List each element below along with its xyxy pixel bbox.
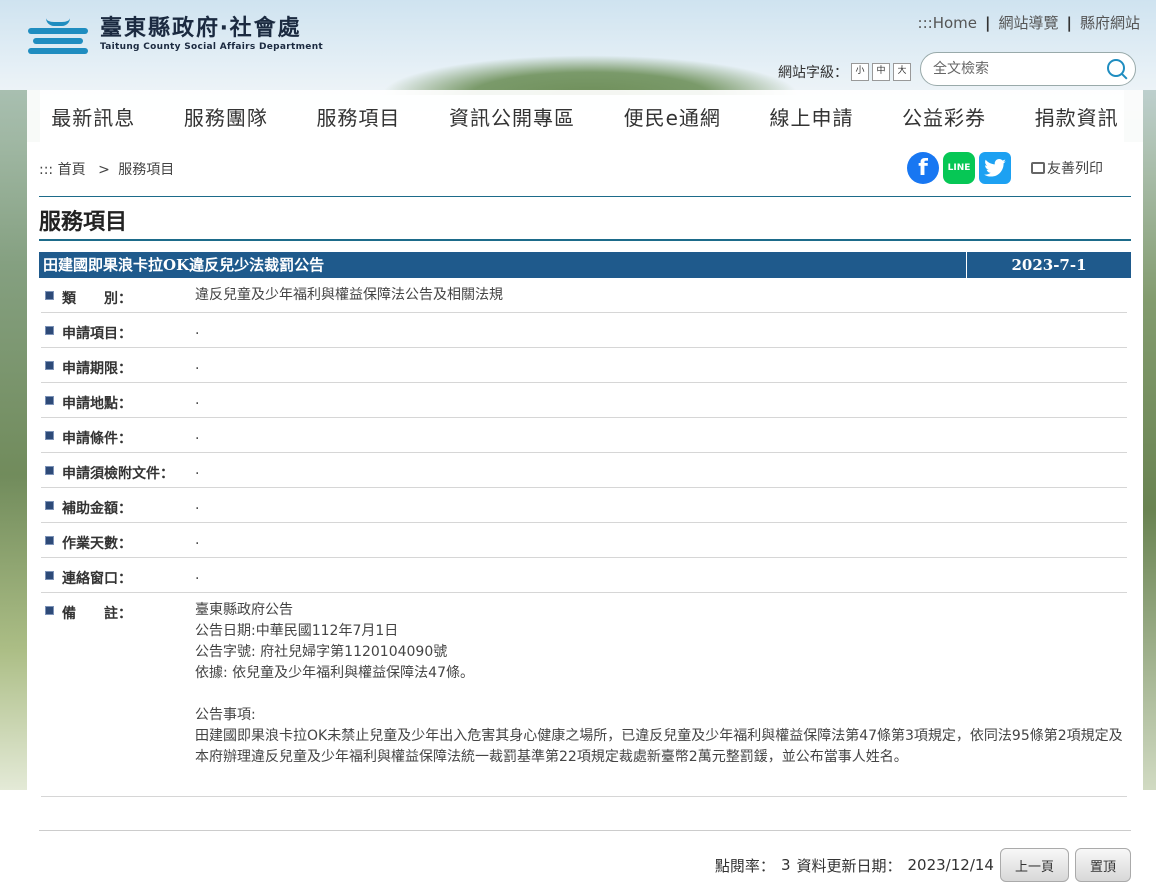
page-title: 服務項目 — [39, 210, 128, 235]
site-subtitle: Taitung County Social Affairs Department — [100, 42, 324, 52]
site-logo[interactable]: 臺東縣政府‧社會處 Taitung County Social Affairs … — [28, 12, 323, 56]
main-content: ::: 首頁 > 服務項目 f LINE 友善列印 服務項目 田建國即果浪卡拉O… — [27, 142, 1143, 892]
nav-item-e-service[interactable]: 便民e通網 — [624, 102, 721, 131]
search-box — [920, 52, 1136, 86]
print-button[interactable]: 友善列印 — [1031, 158, 1103, 178]
breadcrumb-separator: > — [98, 162, 110, 178]
row-value: . — [195, 427, 200, 443]
row-value: . — [195, 497, 200, 513]
nav-item-services[interactable]: 服務項目 — [316, 102, 400, 131]
bullet-icon — [45, 571, 54, 580]
bullet-icon — [45, 466, 54, 475]
facebook-icon[interactable]: f — [907, 152, 939, 184]
nav-item-online-apply[interactable]: 線上申請 — [769, 102, 853, 131]
detail-row-documents: 申請須檢附文件： . — [41, 453, 1127, 488]
row-label: 申請項目： — [62, 326, 132, 342]
search-icon[interactable] — [1107, 59, 1125, 77]
back-to-top-button[interactable]: 置頂 — [1074, 848, 1131, 882]
font-size-medium-button[interactable]: 中 — [872, 63, 890, 81]
title-underline — [39, 239, 1131, 241]
detail-row-category: 類 別： 違反兒童及少年福利與權益保障法公告及相關法規 — [41, 278, 1127, 313]
font-size-large-button[interactable]: 大 — [893, 63, 911, 81]
row-label: 類 別： — [62, 291, 132, 307]
bullet-icon — [45, 501, 54, 510]
top-links: :::Home | 網站導覽 | 縣府網站 — [917, 14, 1140, 32]
bullet-icon — [45, 431, 54, 440]
site-title: 臺東縣政府‧社會處 — [100, 16, 302, 41]
twitter-icon[interactable] — [979, 152, 1011, 184]
detail-row-contact: 連絡窗口： . — [41, 558, 1127, 593]
bullet-icon — [45, 361, 54, 370]
row-label: 申請須檢附文件： — [62, 466, 174, 482]
nav-item-donation[interactable]: 捐款資訊 — [1035, 102, 1119, 131]
bullet-icon — [45, 326, 54, 335]
county-site-link[interactable]: 縣府網站 — [1080, 14, 1140, 32]
printer-icon — [1031, 162, 1045, 174]
row-label: 申請條件： — [62, 431, 132, 447]
row-value: . — [195, 322, 200, 338]
home-link[interactable]: :::Home — [918, 14, 977, 32]
bullet-icon — [45, 291, 54, 300]
row-value: . — [195, 567, 200, 583]
detail-row-location: 申請地點： . — [41, 383, 1127, 418]
updated-label: 資料更新日期： — [796, 856, 902, 875]
row-label: 申請期限： — [62, 361, 132, 377]
social-share: f LINE — [907, 152, 1011, 184]
row-label: 備 註： — [62, 606, 132, 622]
print-label: 友善列印 — [1047, 161, 1103, 177]
detail-row-amount: 補助金額： . — [41, 488, 1127, 523]
bullet-icon — [45, 536, 54, 545]
row-value: 臺東縣政府公告 公告日期:中華民國112年7月1日 公告字號: 府社兒婦字第11… — [195, 602, 1123, 765]
row-label: 申請地點： — [62, 396, 132, 412]
nav-item-info-disclosure[interactable]: 資訊公開專區 — [449, 102, 575, 131]
detail-row-conditions: 申請條件： . — [41, 418, 1127, 453]
main-nav: 最新訊息 服務團隊 服務項目 資訊公開專區 便民e通網 線上申請 公益彩券 捐款… — [27, 90, 1143, 142]
row-label: 補助金額： — [62, 501, 132, 517]
font-size-label: 網站字級： — [778, 65, 848, 81]
row-value: . — [195, 357, 200, 373]
logo-icon — [28, 12, 88, 56]
prev-page-button[interactable]: 上一頁 — [999, 848, 1069, 882]
divider — [39, 830, 1131, 831]
row-value: 違反兒童及少年福利與權益保障法公告及相關法規 — [195, 287, 503, 303]
views-count: 3 — [780, 856, 791, 874]
row-label: 連絡窗口： — [62, 571, 132, 587]
views-label: 點閱率： — [714, 856, 775, 875]
detail-row-remarks: 備 註： 臺東縣政府公告 公告日期:中華民國112年7月1日 公告字號: 府社兒… — [41, 593, 1127, 797]
detail-row-deadline: 申請期限： . — [41, 348, 1127, 383]
sitemap-link[interactable]: 網站導覽 — [998, 14, 1058, 32]
detail-table: 類 別： 違反兒童及少年福利與權益保障法公告及相關法規 申請項目： . 申請期限… — [41, 278, 1127, 797]
row-label: 作業天數： — [62, 536, 132, 552]
row-value: . — [195, 462, 200, 478]
bullet-icon — [45, 606, 54, 615]
row-value: . — [195, 532, 200, 548]
search-input[interactable] — [931, 60, 1095, 78]
divider — [39, 196, 1131, 197]
breadcrumb-home[interactable]: ::: 首頁 — [39, 162, 86, 178]
breadcrumb: ::: 首頁 > 服務項目 — [39, 159, 174, 179]
font-size-control: 網站字級： 小 中 大 — [778, 62, 911, 82]
line-icon[interactable]: LINE — [943, 152, 975, 184]
nav-item-team[interactable]: 服務團隊 — [184, 102, 268, 131]
row-value: . — [195, 392, 200, 408]
nav-item-news[interactable]: 最新訊息 — [51, 102, 135, 131]
detail-row-apply-item: 申請項目： . — [41, 313, 1127, 348]
nav-item-lottery[interactable]: 公益彩券 — [902, 102, 986, 131]
breadcrumb-current[interactable]: 服務項目 — [118, 162, 174, 178]
font-size-small-button[interactable]: 小 — [851, 63, 869, 81]
page-footer: 點閱率： 3 資料更新日期： 2023/12/14 上一頁 置頂 — [715, 848, 1131, 882]
updated-date: 2023/12/14 — [907, 856, 994, 874]
bullet-icon — [45, 396, 54, 405]
detail-row-workdays: 作業天數： . — [41, 523, 1127, 558]
